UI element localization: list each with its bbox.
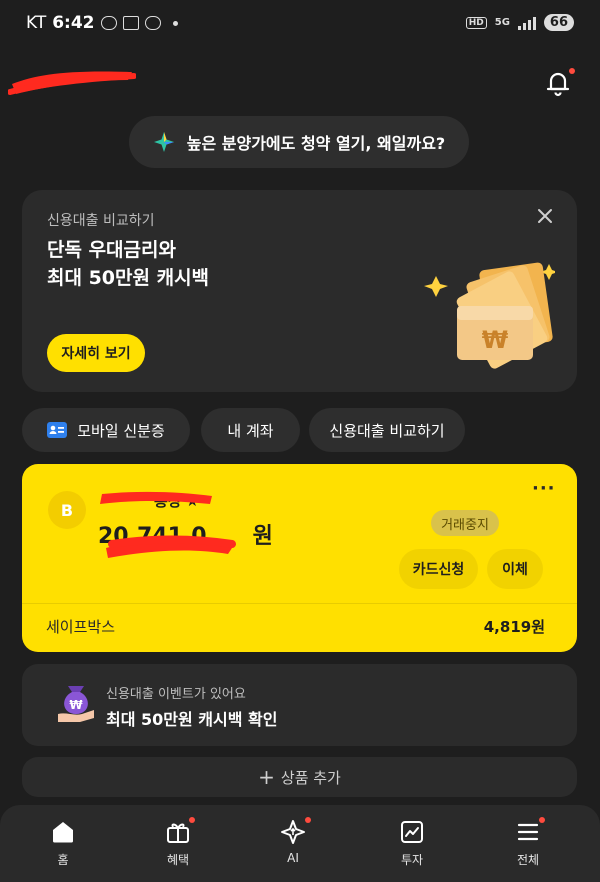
card-apply-button[interactable]: 카드신청: [399, 549, 478, 589]
chart-icon: [401, 821, 423, 843]
gift-icon: [167, 823, 189, 843]
bottom-navigation: 홈 혜택 AI 투자 전체: [0, 805, 600, 882]
chip-mobile-id[interactable]: 모바일 신분증: [22, 408, 190, 452]
money-bag-icon: ₩: [58, 686, 94, 722]
chip-loan-compare-label: 신용대출 비교하기: [329, 421, 445, 440]
sparkle-icon: [153, 132, 174, 152]
ai-sparkle-icon: [281, 820, 305, 844]
bank-avatar: B: [48, 491, 86, 529]
card-divider: [22, 603, 577, 604]
hd-voice-icon: HD: [465, 16, 487, 29]
nav-all[interactable]: 전체: [488, 817, 568, 868]
promo-card[interactable]: 신용대출 비교하기 단독 우대금리와 최대 50만원 캐시백 자세히 보기 ₩: [22, 190, 577, 392]
loan-event-card[interactable]: ₩ 신용대출 이벤트가 있어요 최대 50만원 캐시백 확인: [22, 664, 577, 746]
chip-mobile-id-label: 모바일 신분증: [77, 421, 165, 440]
menu-icon: [517, 823, 539, 841]
status-left: KT 6:42: [26, 13, 178, 33]
event-title: 최대 50만원 캐시백 확인: [106, 710, 278, 729]
home-icon: [53, 822, 73, 843]
status-bar: KT 6:42 HD 5G 66: [0, 0, 600, 48]
clock: 6:42: [52, 13, 95, 33]
more-notifications-dot: [172, 20, 178, 26]
close-icon[interactable]: [536, 207, 554, 225]
redacted-account-info: [100, 491, 236, 558]
chat-notification-icon: [144, 16, 161, 30]
status-badge: 거래중지: [431, 510, 499, 536]
plus-icon: +: [258, 765, 275, 789]
id-card-icon: [47, 422, 68, 438]
signal-icon: [517, 16, 536, 30]
chip-my-account-label: 내 계좌: [227, 421, 274, 440]
nav-home-label: 홈: [57, 853, 69, 867]
chip-my-account[interactable]: 내 계좌: [201, 408, 300, 452]
redacted-username: [8, 71, 136, 95]
nav-all-label: 전체: [516, 853, 540, 867]
news-banner-text: 높은 분양가에도 청약 열기, 왜일까요?: [186, 134, 446, 153]
promo-detail-button[interactable]: 자세히 보기: [47, 334, 145, 372]
savebox-value: 4,819원: [483, 618, 545, 636]
transfer-button[interactable]: 이체: [487, 549, 543, 589]
event-subtitle: 신용대출 이벤트가 있어요: [106, 687, 246, 702]
nav-invest-label: 투자: [400, 853, 424, 867]
promo-title-line2: 최대 50만원 캐시백: [47, 267, 210, 289]
status-right: HD 5G 66: [465, 14, 574, 31]
nav-benefits[interactable]: 혜택: [138, 817, 218, 868]
won-symbol-event: ₩: [69, 698, 83, 712]
nav-benefits-label: 혜택: [166, 853, 190, 867]
more-options-icon[interactable]: ···: [532, 478, 556, 499]
nav-all-badge: [539, 817, 545, 823]
nav-ai-label: AI: [287, 851, 299, 865]
cashback-envelope-icon: ₩: [424, 262, 555, 369]
account-card[interactable]: B 통장 ★ 20,741,0원 ··· 거래중지 카드신청 이체 세이프박스 …: [22, 464, 577, 652]
promo-title: 단독 우대금리와 최대 50만원 캐시백: [47, 236, 209, 292]
talk-notification-icon: [100, 16, 117, 30]
notification-bell[interactable]: [543, 68, 575, 98]
battery-indicator: 66: [543, 14, 574, 31]
bell-badge: [569, 68, 575, 74]
nav-invest[interactable]: 투자: [372, 819, 452, 868]
promo-title-line1: 단독 우대금리와: [47, 239, 176, 261]
nav-benefits-badge: [189, 817, 195, 823]
nav-ai[interactable]: AI: [253, 817, 333, 865]
notification-icon: [122, 16, 139, 30]
chip-loan-compare[interactable]: 신용대출 비교하기: [309, 408, 465, 452]
won-symbol: ₩: [482, 326, 509, 354]
promo-subtitle: 신용대출 비교하기: [47, 213, 155, 229]
savebox-label: 세이프박스: [46, 618, 116, 636]
nav-ai-badge: [305, 817, 311, 823]
nav-home[interactable]: 홈: [23, 819, 103, 868]
network-type: 5G: [494, 17, 510, 28]
add-product-button[interactable]: + 상품 추가: [22, 757, 577, 797]
carrier-label: KT: [26, 13, 47, 33]
add-product-label: 상품 추가: [280, 768, 341, 787]
news-banner[interactable]: 높은 분양가에도 청약 열기, 왜일까요?: [129, 116, 469, 168]
